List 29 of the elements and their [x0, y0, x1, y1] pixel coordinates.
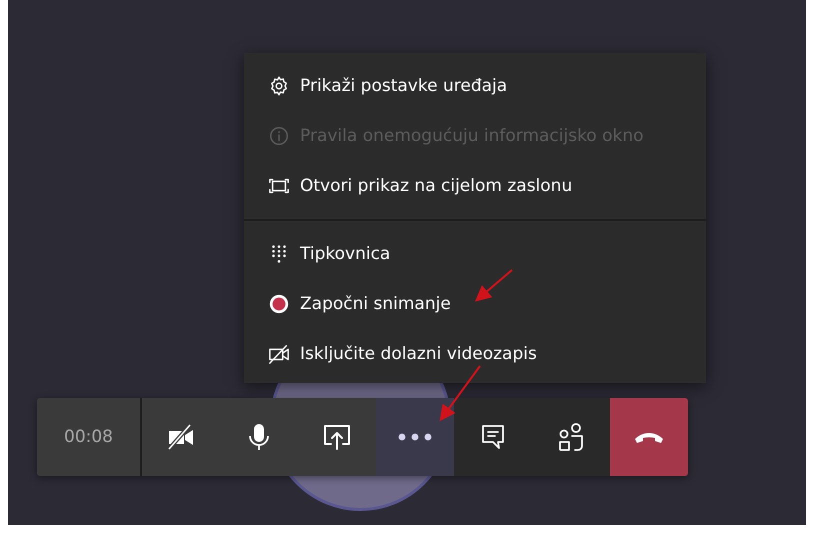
menu-item-label: Otvori prikaz na cijelom zaslonu [300, 176, 572, 196]
chat-button[interactable] [454, 398, 532, 476]
menu-item-label: Započni snimanje [300, 294, 451, 314]
hang-up-button[interactable] [610, 398, 688, 476]
annotation-arrow [474, 269, 513, 302]
share-screen-icon [321, 423, 353, 451]
more-icon [398, 433, 432, 441]
chat-icon [480, 423, 506, 451]
info-icon [268, 125, 290, 147]
record-icon [268, 293, 290, 315]
menu-item-label: Tipkovnica [300, 244, 390, 264]
menu-item[interactable]: Tipkovnica [244, 229, 706, 279]
video-off-icon [268, 343, 290, 365]
call-timer: 00:08 [37, 398, 142, 476]
camera-off-icon [166, 423, 196, 451]
share-button[interactable] [298, 398, 376, 476]
menu-item-label: Prikaži postavke uređaja [300, 76, 508, 96]
people-icon [557, 422, 585, 452]
menu-item[interactable]: Započni snimanje [244, 279, 706, 329]
participants-button[interactable] [532, 398, 610, 476]
menu-item[interactable]: Otvori prikaz na cijelom zaslonu [244, 161, 706, 211]
menu-item[interactable]: Prikaži postavke uređaja [244, 61, 706, 111]
settings-icon [268, 75, 290, 97]
menu-item[interactable]: Isključite dolazni videozapis [244, 329, 706, 379]
menu-item-label: Isključite dolazni videozapis [300, 344, 537, 364]
hang-up-icon [633, 430, 665, 444]
camera-button[interactable] [142, 398, 220, 476]
microphone-icon [247, 422, 271, 452]
annotation-arrow [440, 365, 481, 422]
